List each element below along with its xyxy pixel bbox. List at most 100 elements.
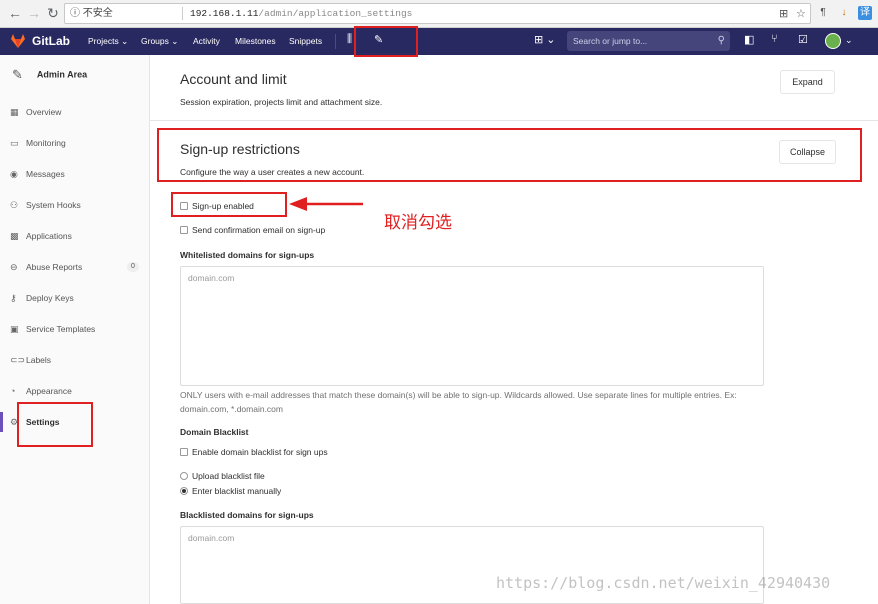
nav-milestones[interactable]: Milestones	[235, 36, 276, 46]
annotation-text: 取消勾选	[384, 213, 452, 233]
wrench-icon: ✎	[12, 67, 23, 82]
sidebar-item-applications[interactable]: ▩ Applications	[0, 226, 149, 246]
messages-icon: ◉	[10, 169, 18, 179]
nav-groups[interactable]: Groups ⌄	[141, 36, 178, 47]
annotation-arrow-icon	[289, 197, 363, 211]
security-label: 不安全	[82, 8, 113, 19]
sidebar-item-label: Messages	[26, 169, 65, 179]
new-dropdown-icon[interactable]: ⊞ ⌄	[534, 33, 556, 46]
chevron-down-icon[interactable]: ⌄	[845, 35, 853, 46]
sidebar-item-label: Deploy Keys	[26, 293, 74, 303]
upload-blacklist-label: Upload blacklist file	[192, 471, 265, 481]
chart-icon[interactable]: ⫼	[347, 33, 352, 46]
avatar[interactable]	[825, 33, 841, 49]
security-indicator[interactable]: ⓘ 不安全	[70, 4, 113, 23]
enable-blacklist-label: Enable domain blacklist for sign ups	[192, 447, 328, 457]
search-placeholder: Search or jump to...	[573, 36, 648, 46]
sidebar-item-system-hooks[interactable]: ⚇ System Hooks	[0, 195, 149, 215]
search-input[interactable]: Search or jump to... ⚲	[567, 31, 730, 51]
overview-icon: ▦	[10, 107, 19, 117]
enter-blacklist-radio[interactable]: Enter blacklist manually	[180, 486, 281, 496]
annotation-box-signup-checkbox	[171, 192, 287, 217]
appearance-icon: ◔	[10, 386, 16, 396]
radio-button[interactable]	[180, 472, 188, 480]
annotation-box-signup-section	[157, 128, 862, 182]
todos-icon[interactable]: ☑	[798, 33, 808, 46]
browser-toolbar: ← → ↻ ⓘ 不安全 192.168.1.11/admin/applicati…	[0, 0, 878, 28]
whitelist-placeholder: domain.com	[188, 273, 235, 283]
enter-blacklist-label: Enter blacklist manually	[192, 486, 282, 496]
sidebar-item-label: Applications	[26, 231, 72, 241]
sidebar-item-label: Monitoring	[26, 138, 66, 148]
section-divider	[150, 120, 878, 121]
account-limit-desc: Session expiration, projects limit and a…	[180, 97, 383, 107]
nav-snippets[interactable]: Snippets	[289, 36, 322, 46]
sidebar-item-labels[interactable]: ⊂⊃Labels	[0, 350, 149, 370]
url-text[interactable]: 192.168.1.11/admin/application_settings	[190, 4, 412, 23]
extension-download-icon[interactable]: ↓	[837, 6, 851, 20]
sidebar-item-overview[interactable]: ▦ Overview	[0, 102, 149, 122]
translate-icon[interactable]: ⊞	[779, 5, 788, 24]
extension-paragraph-icon[interactable]: ¶	[816, 6, 830, 20]
checkbox-box[interactable]	[180, 448, 188, 456]
whitelist-label: Whitelisted domains for sign-ups	[180, 250, 315, 260]
back-icon[interactable]: ←	[6, 4, 24, 22]
forward-icon[interactable]: →	[25, 4, 43, 22]
blacklisted-domains-textarea[interactable]: domain.com	[180, 526, 764, 604]
key-icon: ⚷	[10, 293, 17, 303]
abuse-icon: ⊖	[10, 262, 18, 272]
checkbox-box[interactable]	[180, 226, 188, 234]
domain-blacklist-heading: Domain Blacklist	[180, 427, 249, 437]
merge-requests-icon[interactable]: ⑂	[771, 33, 778, 45]
send-confirmation-label: Send confirmation email on sign-up	[192, 225, 326, 235]
watermark: https://blog.csdn.net/weixin_42940430	[496, 574, 831, 592]
extension-badge-icon[interactable]: 译	[858, 6, 872, 20]
search-icon: ⚲	[717, 35, 725, 46]
gitlab-navbar: GitLab Projects ⌄ Groups ⌄ Activity Mile…	[0, 28, 878, 55]
template-icon: ▣	[10, 324, 19, 334]
sidebar-item-label: Appearance	[26, 386, 72, 396]
sidebar-header-label: Admin Area	[36, 69, 88, 80]
sidebar-item-messages[interactable]: ◉ Messages	[0, 164, 149, 184]
radio-button-selected[interactable]	[180, 487, 188, 495]
sidebar-item-service-templates[interactable]: ▣ Service Templates	[0, 319, 149, 339]
issues-icon[interactable]: ◧	[744, 33, 754, 46]
blacklisted-domains-label: Blacklisted domains for sign-ups	[180, 510, 314, 520]
sidebar-header[interactable]: ✎ Admin Area	[12, 67, 87, 83]
gitlab-logo-icon[interactable]	[10, 33, 26, 49]
brand-name[interactable]: GitLab	[32, 34, 70, 48]
whitelist-textarea[interactable]: domain.com	[180, 266, 764, 386]
annotation-box-wrench	[354, 26, 418, 57]
sidebar-item-monitoring[interactable]: ▭ Monitoring	[0, 133, 149, 153]
bookmark-star-icon[interactable]: ☆	[796, 5, 806, 24]
url-host: 192.168.1.11	[190, 8, 259, 19]
nav-divider	[335, 34, 336, 49]
sidebar-item-label: Service Templates	[26, 324, 96, 334]
sidebar-item-appearance[interactable]: ◔ Appearance	[0, 381, 149, 401]
hooks-icon: ⚇	[10, 200, 19, 210]
nav-projects[interactable]: Projects ⌄	[88, 36, 128, 47]
annotation-box-settings	[17, 402, 93, 447]
count-badge: 0	[127, 262, 139, 272]
enable-blacklist-checkbox[interactable]: Enable domain blacklist for sign ups	[180, 447, 328, 457]
monitoring-icon: ▭	[10, 138, 19, 148]
labels-icon: ⊂⊃	[10, 355, 26, 365]
applications-icon: ▩	[10, 231, 19, 241]
url-separator	[182, 7, 183, 20]
admin-sidebar: ✎ Admin Area ▦ Overview ▭ Monitoring ◉ Messa…	[0, 55, 150, 604]
sidebar-item-label: Labels	[26, 355, 52, 365]
blacklisted-placeholder: domain.com	[188, 533, 235, 543]
sidebar-item-abuse-reports[interactable]: ⊖ Abuse Reports 0	[0, 257, 149, 277]
nav-activity[interactable]: Activity	[193, 36, 220, 46]
upload-blacklist-radio[interactable]: Upload blacklist file	[180, 471, 265, 481]
sidebar-item-deploy-keys[interactable]: ⚷ Deploy Keys	[0, 288, 149, 308]
sidebar-item-label: Abuse Reports	[26, 262, 83, 272]
send-confirmation-checkbox[interactable]: Send confirmation email on sign-up	[180, 225, 325, 235]
sidebar-item-label: Overview	[26, 107, 62, 117]
reload-icon[interactable]: ↻	[44, 4, 62, 22]
whitelist-help-text: ONLY users with e-mail addresses that ma…	[180, 390, 737, 414]
sidebar-item-label: System Hooks	[26, 200, 81, 210]
url-path: /admin/application_settings	[258, 8, 413, 19]
address-bar[interactable]: ⓘ 不安全 192.168.1.11/admin/application_set…	[64, 3, 811, 24]
expand-button[interactable]: Expand	[780, 70, 835, 94]
